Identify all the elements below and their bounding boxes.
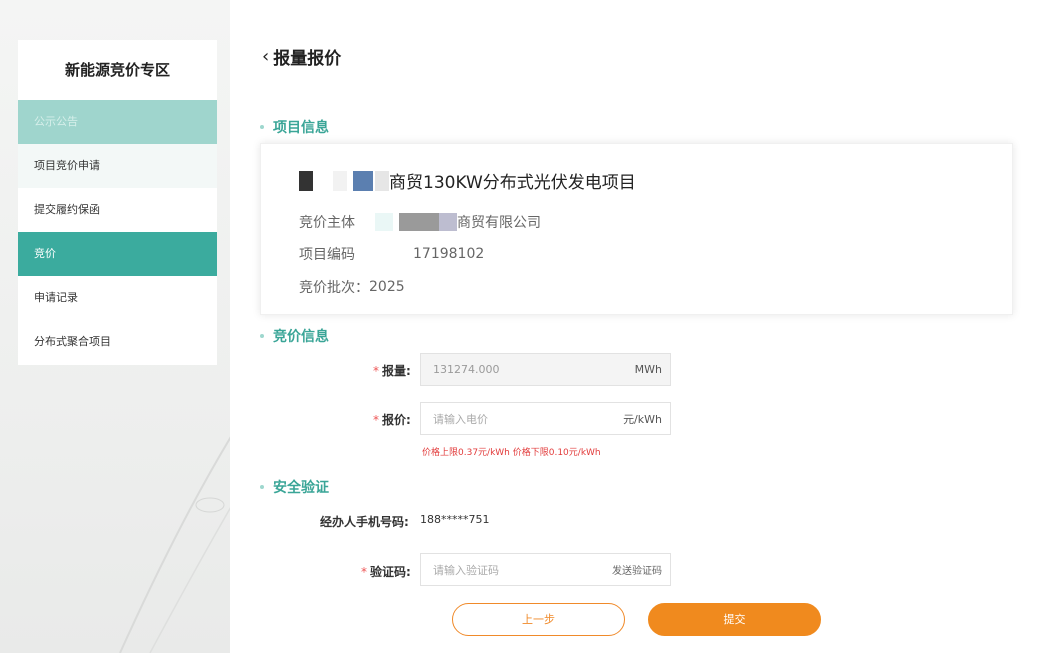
batch-label: 竞价批次： [299,280,369,296]
bullet-dot-icon [260,334,264,338]
main-content: ‹ 报量报价 项目信息 商贸130KW分布式光伏发电项目 竞价主体 商贸有限公司… [230,0,1037,653]
chevron-left-icon[interactable]: ‹ [262,47,269,66]
redaction-block [355,245,413,263]
subject-value: 商贸有限公司 [457,215,541,231]
section-project-info: 项目信息 [260,117,329,137]
redaction-block [333,170,347,191]
section-security: 安全验证 [260,477,329,497]
price-range-hint: 价格上限0.37元/kWh 价格下限0.10元/kWh [422,448,601,458]
redaction-block [375,170,389,191]
project-code-value: 17198102 [413,246,485,262]
quantity-label: * 报量: [373,364,411,378]
batch-row: 竞价批次： 2025 [299,277,405,297]
project-code-label: 项目编码 [299,247,355,263]
phone-value: 188*****751 [420,513,490,526]
sidebar-title: 新能源竞价专区 [64,61,170,79]
verification-code-label: * 验证码: [361,565,411,579]
redaction-block [399,213,439,231]
batch-value: 2025 [369,279,405,295]
price-input[interactable]: 请输入电价 元/kWh [420,402,671,435]
project-name: 商贸130KW分布式光伏发电项目 [389,173,636,193]
quantity-unit: MWh [634,363,662,376]
price-unit: 元/kWh [623,412,662,426]
sidebar: 新能源竞价专区 公示公告 项目竞价申请 提交履约保函 竞价 申请记录 分布式聚合… [18,40,217,365]
price-label: * 报价: [373,413,411,427]
section-bid-info: 竞价信息 [260,326,329,346]
project-info-card: 商贸130KW分布式光伏发电项目 竞价主体 商贸有限公司 项目编码 171981… [260,143,1013,315]
phone-label: 经办人手机号码: [320,515,409,529]
section-title-text: 项目信息 [273,120,329,136]
previous-step-button[interactable]: 上一步 [452,603,625,636]
quantity-field[interactable]: 131274.000 MWh [420,353,671,386]
redaction-block [353,170,373,191]
project-code-row: 项目编码 17198102 [299,244,484,264]
required-asterisk: * [373,413,379,427]
required-asterisk: * [361,565,367,579]
redaction-block [439,213,457,231]
verification-code-input[interactable]: 请输入验证码 发送验证码 [420,553,671,586]
section-title-text: 安全验证 [273,480,329,496]
back-button[interactable]: ‹ 报量报价 [262,44,341,69]
subject-row: 竞价主体 商贸有限公司 [299,212,541,232]
sidebar-item-bidding[interactable]: 竞价 [18,232,217,276]
bullet-dot-icon [260,125,264,129]
project-name-row: 商贸130KW分布式光伏发电项目 [299,168,636,193]
page-title: 报量报价 [273,49,342,69]
sidebar-item-performance-guarantee[interactable]: 提交履约保函 [18,188,217,232]
subject-label: 竞价主体 [299,215,355,231]
quantity-value: 131274.000 [433,363,500,376]
code-placeholder: 请输入验证码 [433,563,499,577]
redaction-block [299,170,313,191]
redaction-block [375,213,393,231]
left-background: 新能源竞价专区 公示公告 项目竞价申请 提交履约保函 竞价 申请记录 分布式聚合… [0,0,230,653]
bullet-dot-icon [260,485,264,489]
required-asterisk: * [373,364,379,378]
send-code-button[interactable]: 发送验证码 [612,562,662,577]
submit-button[interactable]: 提交 [648,603,821,636]
price-placeholder: 请输入电价 [433,412,488,426]
sidebar-item-announcements[interactable]: 公示公告 [18,100,217,144]
sidebar-item-distributed-projects[interactable]: 分布式聚合项目 [18,320,217,364]
sidebar-item-bid-application[interactable]: 项目竞价申请 [18,144,217,188]
section-title-text: 竞价信息 [273,329,329,345]
sidebar-item-application-records[interactable]: 申请记录 [18,276,217,320]
